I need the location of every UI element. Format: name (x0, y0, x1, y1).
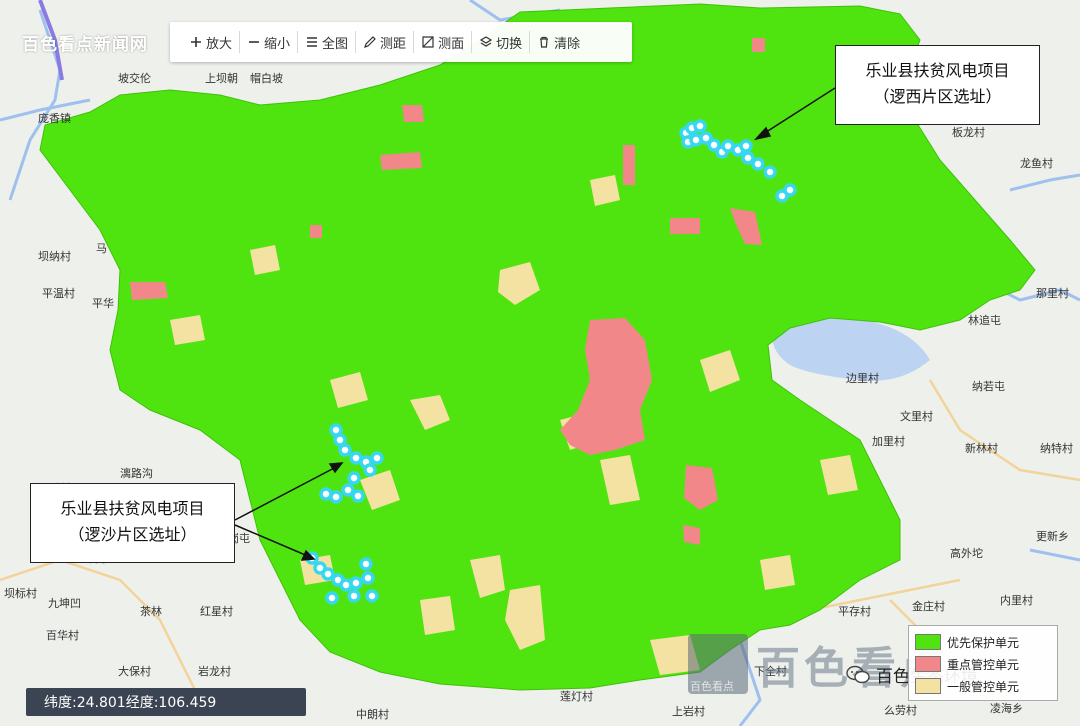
legend-item-key-control: 重点管控单元 (915, 653, 1051, 675)
callout-luoxi-line1: 乐业县扶贫风电项目 (865, 61, 1010, 80)
place-label: 庞香镇 (38, 112, 71, 125)
measure-distance-label: 测距 (380, 36, 407, 52)
place-label: 边里村 (846, 372, 879, 385)
measure-area-label: 测面 (438, 36, 465, 52)
clear-button[interactable]: 清除 (530, 31, 587, 53)
place-label: 新林村 (965, 442, 998, 455)
plus-icon (191, 37, 201, 47)
place-label: 莲灯村 (560, 690, 593, 703)
place-label: 中朗村 (356, 708, 389, 721)
callout-luoxi: 乐业县扶贫风电项目 （逻西片区选址） (835, 45, 1040, 125)
place-label: 平华 (92, 297, 114, 310)
callout-luosha-line1: 乐业县扶贫风电项目 (60, 499, 205, 518)
map-legend: 优先保护单元 重点管控单元 一般管控单元 (908, 625, 1058, 701)
callout-luosha-line2: （逻沙片区选址） (68, 525, 197, 544)
place-label: 帽白坡 (250, 72, 283, 85)
place-label: 龙鱼村 (1020, 157, 1053, 170)
legend-swatch-yellow (915, 678, 941, 694)
place-label: 平存村 (838, 605, 871, 618)
place-label: 上岩村 (672, 705, 705, 718)
place-label: 漓路沟 (120, 467, 153, 480)
zoom-out-button[interactable]: 缩小 (240, 31, 299, 53)
full-extent-button[interactable]: 全图 (298, 31, 357, 53)
place-label: 凌海乡 (990, 702, 1023, 715)
place-label: 平温村 (42, 287, 75, 300)
place-label: 板龙村 (952, 126, 985, 139)
place-label: 百华村 (46, 629, 79, 642)
coordinate-text: 纬度:24.801经度:106.459 (44, 695, 217, 711)
place-label: 更新乡 (1036, 530, 1069, 543)
place-label: 坝标村 (4, 587, 37, 600)
place-label: 纳特村 (1040, 442, 1073, 455)
place-label: 加里村 (872, 435, 905, 448)
zoom-in-button[interactable]: 放大 (182, 31, 241, 53)
place-label: 林追屯 (968, 314, 1001, 327)
legend-swatch-red (915, 656, 941, 672)
legend-label: 优先保护单元 (947, 635, 1020, 650)
callout-luoxi-line2: （逻西片区选址） (873, 87, 1002, 106)
switch-layer-button[interactable]: 切换 (472, 31, 531, 53)
place-label: 么劳村 (884, 704, 917, 717)
minus-icon (249, 41, 260, 43)
place-label: 茶林 (140, 605, 162, 618)
measure-area-button[interactable]: 测面 (414, 31, 473, 53)
measure-distance-button[interactable]: 测距 (356, 31, 415, 53)
place-label: 文里村 (900, 410, 933, 423)
zoom-out-label: 缩小 (264, 36, 291, 52)
place-label: 坡交伦 (118, 72, 151, 85)
place-label: 大保村 (118, 665, 151, 678)
full-extent-label: 全图 (322, 36, 349, 52)
coordinate-readout: 纬度:24.801经度:106.459 (26, 688, 306, 716)
pencil-icon (364, 36, 376, 48)
legend-label: 一般管控单元 (947, 679, 1020, 694)
trash-icon (540, 36, 549, 48)
place-label: 红星村 (200, 605, 233, 618)
wechat-icon (846, 665, 870, 683)
place-label: 上坝朝 (205, 72, 238, 85)
place-label: 岩龙村 (198, 665, 231, 678)
legend-item-general-control: 一般管控单元 (915, 675, 1051, 697)
place-label: 金庄村 (912, 600, 945, 613)
legend-label: 重点管控单元 (947, 657, 1020, 672)
place-label: 那里村 (1036, 287, 1069, 300)
map-toolbar: 放大 缩小 全图 测距 测面 切换 清除 (170, 22, 632, 62)
legend-item-priority-protection: 优先保护单元 (915, 631, 1051, 653)
menu-lines-icon (307, 37, 318, 47)
watermark-sub: 百色看点 (690, 680, 734, 693)
area-icon (422, 36, 434, 48)
place-label: 马 (96, 242, 107, 255)
site-watermark: 百色看点新闻网 (22, 35, 148, 55)
place-label: 九坤凹 (48, 597, 81, 610)
clear-label: 清除 (554, 36, 581, 52)
place-label: 高外坨 (950, 547, 983, 560)
place-label: 内里村 (1000, 594, 1033, 607)
callout-luosha: 乐业县扶贫风电项目 （逻沙片区选址） (30, 483, 235, 563)
zoom-in-label: 放大 (206, 36, 233, 52)
place-label: 坝纳村 (38, 250, 71, 263)
switch-layer-label: 切换 (496, 36, 523, 52)
place-label: 纳若屯 (972, 380, 1005, 393)
legend-swatch-green (915, 634, 941, 650)
layers-icon (479, 36, 493, 47)
